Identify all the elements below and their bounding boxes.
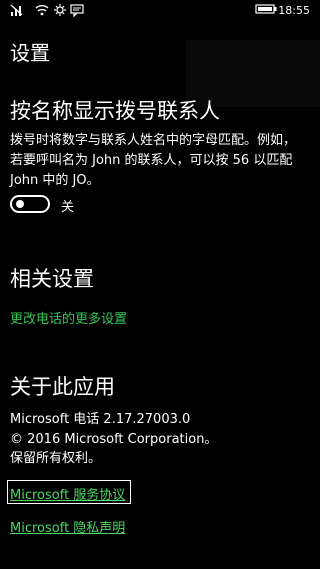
- toggle-knob: [16, 200, 24, 208]
- toggle-state-label: 关: [61, 200, 75, 215]
- wifi-icon: [35, 3, 49, 20]
- contact-dial-toggle[interactable]: [10, 195, 50, 213]
- more-phone-settings-link[interactable]: 更改电话的更多设置: [10, 308, 127, 327]
- copyright-text: © 2016 Microsoft Corporation。: [10, 432, 218, 447]
- notification-icon: [70, 3, 84, 20]
- related-settings-heading: 相关设置: [10, 267, 94, 291]
- rights-text: 保留所有权利。: [10, 451, 102, 466]
- description-line: John 中的 JO。: [10, 173, 100, 188]
- privacy-statement-link[interactable]: Microsoft 隐私声明: [10, 517, 125, 536]
- status-bar: 18:55: [0, 0, 320, 22]
- description-line: 若要呼叫名为 John 的联系人，可以按 56 以匹配: [10, 153, 293, 168]
- battery-icon: [255, 3, 277, 18]
- app-version: Microsoft 电话 2.17.27003.0: [10, 412, 191, 427]
- settings-icon: [53, 3, 67, 20]
- status-time: 18:55: [278, 4, 310, 17]
- description-line: 拨号时将数字与联系人姓名中的字母匹配。例如，: [10, 133, 297, 148]
- page-title: 设置: [10, 41, 50, 65]
- about-heading: 关于此应用: [10, 375, 115, 399]
- dial-section-description: 拨号时将数字与联系人姓名中的字母匹配。例如， 若要呼叫名为 John 的联系人，…: [10, 131, 315, 191]
- signal-off-icon: [10, 3, 24, 20]
- service-agreement-link[interactable]: Microsoft 服务协议: [10, 484, 125, 503]
- dial-section-heading: 按名称显示拨号联系人: [10, 99, 220, 123]
